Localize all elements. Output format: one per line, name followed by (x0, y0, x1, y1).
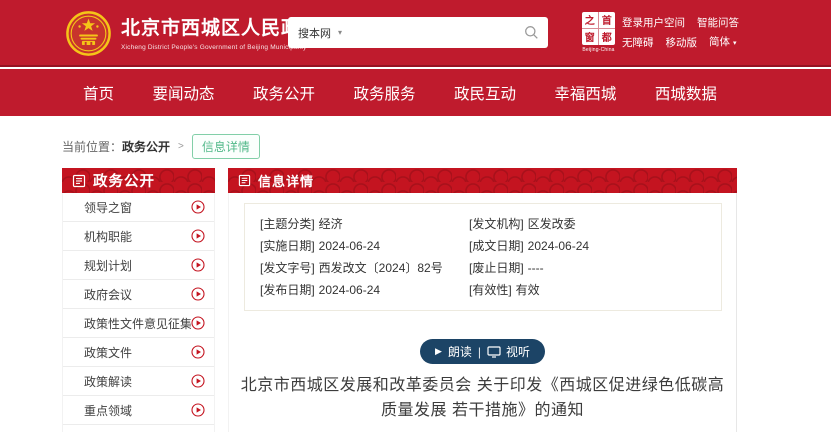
nav-item-happy-xicheng[interactable]: 幸福西城 (554, 82, 616, 104)
meta-doc-number: [发文字号]西发改文〔2024〕82号 (260, 257, 469, 279)
sidebar-item-meetings[interactable]: 政府会议 (63, 280, 214, 309)
cw-char: 首 (599, 12, 616, 29)
media-actions: ▶ 朗读 | 视听 (229, 339, 736, 364)
read-aloud-button[interactable]: ▶ 朗读 (435, 343, 472, 360)
header-links: 登录用户空间 智能问答 无障碍 移动版 简体▾ (622, 14, 812, 53)
play-circle-icon (191, 258, 205, 272)
play-circle-icon (191, 316, 205, 330)
nav-item-xicheng-data[interactable]: 西城数据 (655, 82, 717, 104)
nav-item-gov-services[interactable]: 政务服务 (353, 82, 415, 104)
read-aloud-pill: ▶ 朗读 | 视听 (420, 339, 545, 364)
search-scope-dropdown[interactable]: 搜本网 ▾ (288, 25, 350, 41)
search-icon[interactable] (524, 25, 539, 40)
breadcrumb: 当前位置： 政务公开 > 信息详情 (62, 134, 260, 159)
main-nav: 首页 要闻动态 政务公开 政务服务 政民互动 幸福西城 西城数据 (0, 69, 831, 116)
mobile-version-link[interactable]: 移动版 (666, 34, 698, 53)
capital-window-box: 之 首 窗 都 (582, 12, 615, 45)
accessibility-link[interactable]: 无障碍 (622, 34, 654, 53)
search-scope-label: 搜本网 (298, 25, 331, 41)
meta-written-date: [成文日期]2024-06-24 (469, 235, 706, 257)
sidebar-item-leaders[interactable]: 领导之窗 (63, 193, 214, 222)
sidebar-item-key-areas[interactable]: 重点领域 (63, 396, 214, 425)
chevron-down-icon: ▾ (338, 28, 342, 37)
detail-panel-title: 信息详情 (258, 171, 314, 190)
meta-issuing-agency: [发文机构]区发改委 (469, 213, 706, 235)
article-title: 北京市西城区发展和改革委员会 关于印发《西城区促进绿色低碳高质量发展 若干措施》… (237, 373, 729, 423)
chevron-down-icon: ▾ (733, 40, 737, 47)
metadata-right-column: [发文机构]区发改委 [成文日期]2024-06-24 [废止日期]---- [… (469, 213, 706, 301)
play-circle-icon (191, 403, 205, 417)
meta-effective-date: [实施日期]2024-06-24 (260, 235, 469, 257)
meta-validity: [有效性]有效 (469, 279, 706, 301)
login-link[interactable]: 登录用户空间 (622, 14, 685, 33)
sidebar-item-policy-docs[interactable]: 政策文件 (63, 338, 214, 367)
sidebar-item-policy-feedback[interactable]: 政策性文件意见征集 (63, 309, 214, 338)
main-content: 信息详情 [主题分类]经济 [实施日期]2024-06-24 [发文字号]西发改… (228, 168, 737, 432)
document-icon (72, 174, 86, 188)
meta-topic: [主题分类]经济 (260, 213, 469, 235)
sidebar-item-plans[interactable]: 规划计划 (63, 251, 214, 280)
meta-repeal-date: [废止日期]---- (469, 257, 706, 279)
play-circle-icon (191, 374, 205, 388)
language-dropdown[interactable]: 简体▾ (709, 33, 737, 53)
read-aloud-label: 朗读 (448, 343, 472, 360)
smart-qa-link[interactable]: 智能问答 (697, 14, 739, 33)
nav-item-gov-info[interactable]: 政务公开 (253, 82, 315, 104)
search-bar: 搜本网 ▾ (288, 17, 548, 48)
nav-item-news[interactable]: 要闻动态 (152, 82, 214, 104)
play-icon: ▶ (435, 346, 442, 357)
sidebar-item-policy-interpretation[interactable]: 政策解读 (63, 367, 214, 396)
sidebar-list: 领导之窗 机构职能 规划计划 政府会议 政策性文件意见征集 政策文件 (62, 193, 215, 432)
national-emblem-icon (66, 11, 111, 56)
play-circle-icon (191, 345, 205, 359)
breadcrumb-separator: > (178, 141, 184, 152)
breadcrumb-label: 当前位置： (62, 138, 122, 155)
nav-item-home[interactable]: 首页 (83, 82, 114, 104)
monitor-icon (487, 346, 501, 358)
site-logo-link[interactable]: 北京市西城区人民政府 Xicheng District People's Gov… (66, 11, 321, 56)
cw-char: 都 (599, 29, 616, 46)
document-metadata: [主题分类]经济 [实施日期]2024-06-24 [发文字号]西发改文〔202… (244, 203, 722, 311)
sidebar-header: 政务公开 (62, 168, 215, 193)
capital-window-caption: Beijing-China (582, 47, 615, 53)
play-circle-icon (191, 200, 205, 214)
language-label: 简体 (709, 36, 730, 48)
sidebar-title: 政务公开 (93, 170, 155, 191)
pill-divider: | (478, 345, 481, 359)
nav-item-interaction[interactable]: 政民互动 (454, 82, 516, 104)
play-circle-icon (191, 229, 205, 243)
sidebar-item-functions[interactable]: 机构职能 (63, 222, 214, 251)
play-circle-icon (191, 287, 205, 301)
video-button[interactable]: 视听 (487, 343, 530, 360)
site-header: 北京市西城区人民政府 Xicheng District People's Gov… (0, 0, 831, 67)
sidebar: 政务公开 领导之窗 机构职能 规划计划 政府会议 政策性文件意见征集 (62, 168, 215, 432)
capital-window-logo[interactable]: 之 首 窗 都 Beijing-China (582, 12, 615, 53)
detail-panel-header: 信息详情 (228, 168, 737, 193)
detail-panel: [主题分类]经济 [实施日期]2024-06-24 [发文字号]西发改文〔202… (228, 193, 737, 432)
video-label: 视听 (506, 343, 530, 360)
breadcrumb-parent-link[interactable]: 政务公开 (122, 138, 170, 155)
document-icon (238, 174, 251, 187)
metadata-left-column: [主题分类]经济 [实施日期]2024-06-24 [发文字号]西发改文〔202… (260, 213, 469, 301)
search-input[interactable] (350, 17, 524, 48)
sidebar-item-key-work[interactable]: 重点工作 (63, 425, 214, 432)
page: 北京市西城区人民政府 Xicheng District People's Gov… (0, 0, 831, 432)
cw-char: 窗 (582, 29, 599, 46)
cw-char: 之 (582, 12, 599, 29)
meta-publish-date: [发布日期]2024-06-24 (260, 279, 469, 301)
breadcrumb-current-tag: 信息详情 (192, 134, 260, 159)
